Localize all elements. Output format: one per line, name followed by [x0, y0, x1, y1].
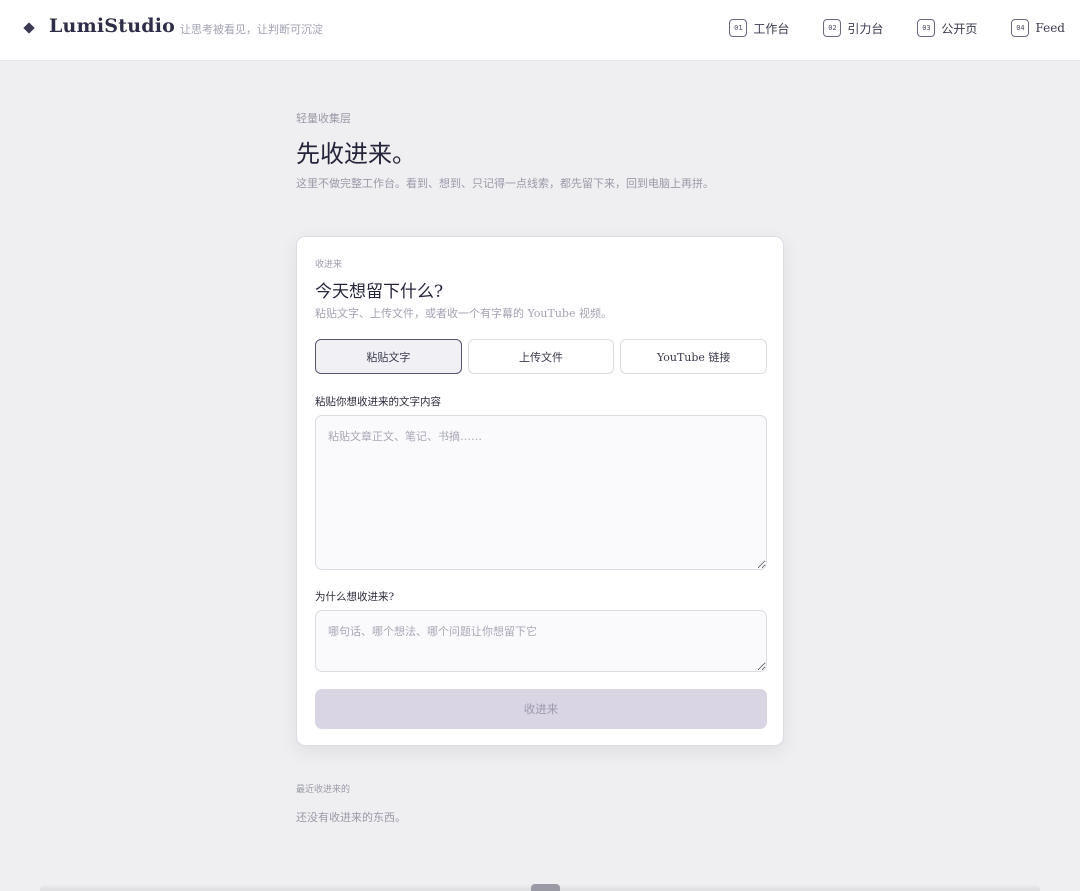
- nav-number-badge: 03: [917, 19, 936, 37]
- tab-upload-file[interactable]: 上传文件: [467, 339, 615, 374]
- recent-empty-state: 还没有收进来的东西。: [296, 811, 406, 824]
- nav-item-label: 引力台: [847, 21, 884, 36]
- main-nav: 01 工作台 02 引力台 03 公开页 04 Feed: [695, 19, 1065, 37]
- tab-paste-text[interactable]: 粘贴文字: [315, 339, 462, 374]
- nav-number-badge: 04: [1011, 19, 1030, 37]
- page-description: 这里不做完整工作台。看到、想到、只记得一点线索，都先留下来，回到电脑上再拼。: [296, 177, 714, 190]
- page-title: 先收进来。: [296, 140, 416, 168]
- reason-field-label: 为什么想收进来?: [315, 591, 395, 603]
- diamond-logo-icon: [23, 22, 35, 34]
- capture-card: 收进来 今天想留下什么? 粘贴文字、上传文件，或者收一个有字幕的 YouTube…: [296, 236, 784, 746]
- capture-mode-tabs: 粘贴文字 上传文件 YouTube 链接: [315, 339, 768, 374]
- card-title: 今天想留下什么?: [315, 282, 444, 302]
- nav-item-public-page[interactable]: 03 公开页: [917, 19, 977, 37]
- content-textarea[interactable]: [315, 415, 767, 570]
- brand-tagline: 让思考被看见，让判断可沉淀: [180, 23, 323, 36]
- brand-name[interactable]: LumiStudio: [49, 15, 175, 37]
- nav-number-badge: 01: [729, 19, 748, 37]
- nav-item-label: 公开页: [941, 21, 978, 36]
- nav-item-label: 工作台: [753, 21, 790, 36]
- nav-item-workbench[interactable]: 01 工作台: [729, 19, 789, 37]
- tab-youtube-link[interactable]: YouTube 链接: [620, 339, 768, 374]
- nav-item-feed[interactable]: 04 Feed: [1011, 19, 1065, 37]
- nav-item-gravity[interactable]: 02 引力台: [823, 19, 883, 37]
- reason-textarea[interactable]: [315, 610, 767, 672]
- card-eyebrow: 收进来: [315, 260, 343, 270]
- section-eyebrow: 轻量收集层: [296, 112, 351, 125]
- submit-button[interactable]: 收进来: [315, 689, 767, 729]
- card-subtitle: 粘贴文字、上传文件，或者收一个有字幕的 YouTube 视频。: [315, 307, 612, 320]
- top-navigation-bar: LumiStudio 让思考被看见，让判断可沉淀 01 工作台 02 引力台 0…: [0, 0, 1080, 61]
- nav-item-label: Feed: [1035, 21, 1065, 35]
- recent-section-eyebrow: 最近收进来的: [296, 785, 351, 795]
- drag-handle[interactable]: [531, 884, 560, 891]
- content-field-label: 粘贴你想收进来的文字内容: [315, 396, 441, 408]
- nav-number-badge: 02: [823, 19, 842, 37]
